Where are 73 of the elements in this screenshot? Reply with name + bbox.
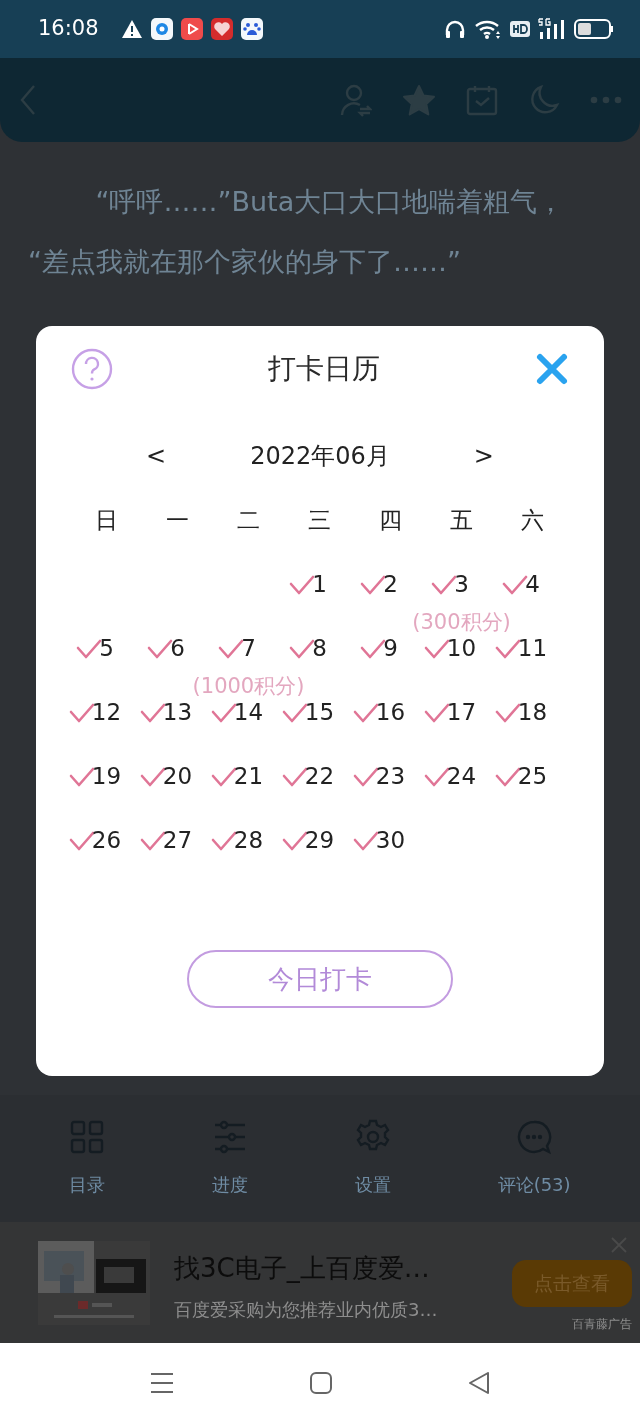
next-month-button[interactable]: > <box>465 438 502 474</box>
weekday-label: 六 <box>520 506 545 535</box>
nav-label[interactable]: 设置 <box>354 1171 391 1198</box>
comment-icon[interactable] <box>516 1119 553 1155</box>
nav-label[interactable]: 目录 <box>69 1171 106 1198</box>
day-number[interactable]: 17 <box>446 698 477 725</box>
weekday-label: 二 <box>236 506 261 535</box>
day-number[interactable]: 18 <box>517 698 548 725</box>
hd-icon <box>510 21 530 37</box>
dialog-title: 打卡日历 <box>268 351 380 387</box>
nav-label[interactable]: 进度 <box>212 1171 249 1198</box>
weekday-label: 日 <box>94 506 119 535</box>
day-number[interactable]: 24 <box>446 762 477 789</box>
day-number[interactable]: 30 <box>375 826 406 853</box>
day-number[interactable]: 25 <box>517 762 548 789</box>
star-icon[interactable] <box>402 84 436 116</box>
ad-description: 百度爱采购为您推荐业内优质3… <box>174 1297 439 1322</box>
user-switch-icon[interactable] <box>340 83 372 117</box>
day-number[interactable]: 6 <box>170 634 185 661</box>
battery-icon <box>574 19 614 39</box>
home-icon[interactable] <box>310 1371 332 1394</box>
weekday-label: 三 <box>307 506 332 535</box>
app-icon <box>150 18 173 40</box>
help-icon[interactable] <box>71 348 113 390</box>
day-number[interactable]: 19 <box>91 762 122 789</box>
day-number[interactable]: 16 <box>375 698 406 725</box>
day-number[interactable]: 12 <box>91 698 122 725</box>
paragraph: “差点我就在那个家伙的身下了……” <box>28 245 462 279</box>
more-icon[interactable] <box>590 96 622 104</box>
weekday-label: 四 <box>378 506 403 535</box>
day-number[interactable]: 9 <box>383 634 398 661</box>
day-number[interactable]: 13 <box>162 698 193 725</box>
paragraph: “呼呼……”Buta大口大口地喘着粗气， <box>94 185 566 219</box>
day-number[interactable]: 1 <box>312 570 327 597</box>
moon-icon[interactable] <box>528 84 560 116</box>
day-number[interactable]: 29 <box>304 826 335 853</box>
app-icon <box>210 18 233 40</box>
day-number[interactable]: 3 <box>454 570 469 597</box>
day-number[interactable]: 7 <box>241 634 256 661</box>
ad-source: 百青藤广告 <box>572 1315 632 1333</box>
day-number[interactable]: 26 <box>91 826 122 853</box>
day-number[interactable]: 21 <box>233 762 264 789</box>
menu-icon[interactable] <box>150 1371 174 1394</box>
close-icon[interactable] <box>535 352 569 386</box>
back-icon[interactable] <box>468 1371 490 1394</box>
day-number[interactable]: 8 <box>312 634 327 661</box>
day-number[interactable]: 15 <box>304 698 335 725</box>
weekday-label: 五 <box>449 506 474 535</box>
day-number[interactable]: 5 <box>99 634 114 661</box>
app-icon <box>240 18 263 40</box>
reward-label: (300积分) <box>412 609 511 636</box>
weekday-label: 一 <box>165 506 190 535</box>
day-number[interactable]: 2 <box>383 570 398 597</box>
day-number[interactable]: 20 <box>162 762 193 789</box>
day-number[interactable]: 10 <box>446 634 477 661</box>
reward-label: (1000积分) <box>192 673 305 700</box>
nav-label[interactable]: 评论(53) <box>497 1171 571 1198</box>
wifi-icon <box>474 18 502 40</box>
headphones-icon <box>444 19 466 39</box>
calendar-icon[interactable] <box>466 84 498 116</box>
day-number[interactable]: 22 <box>304 762 335 789</box>
signal-icon <box>538 18 566 40</box>
day-number[interactable]: 23 <box>375 762 406 789</box>
day-number[interactable]: 27 <box>162 826 193 853</box>
day-number[interactable]: 14 <box>233 698 264 725</box>
clock: 16:08 <box>38 15 99 43</box>
prev-month-button[interactable]: < <box>138 438 175 474</box>
day-number[interactable]: 28 <box>233 826 264 853</box>
app-icon <box>180 18 203 40</box>
day-number[interactable]: 11 <box>517 634 548 661</box>
month-label: 2022年06月 <box>250 441 390 472</box>
warning-icon <box>120 19 143 39</box>
day-number[interactable]: 4 <box>525 570 540 597</box>
